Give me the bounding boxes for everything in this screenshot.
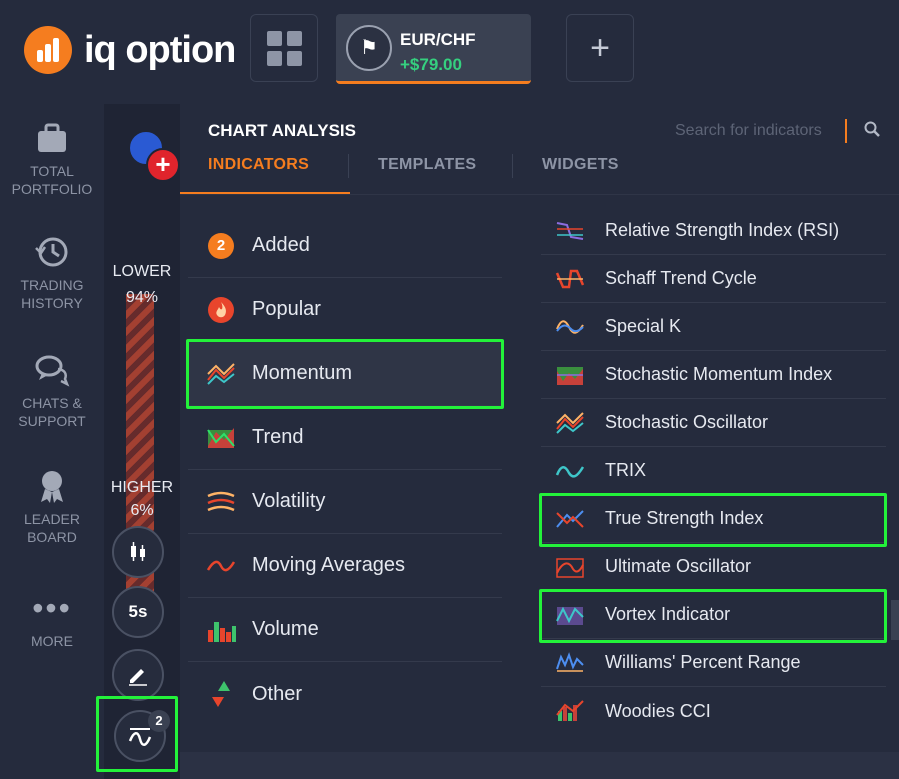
moving-average-icon bbox=[206, 560, 236, 571]
indicator-list: Relative Strength Index (RSI) Schaff Tre… bbox=[539, 207, 887, 735]
flag-icon: ⚑ bbox=[346, 25, 392, 71]
category-momentum[interactable]: Momentum bbox=[186, 339, 504, 409]
category-other[interactable]: Other bbox=[188, 662, 502, 726]
history-icon bbox=[35, 237, 68, 267]
indicator-williams-percent-range[interactable]: Williams' Percent Range bbox=[541, 639, 886, 687]
category-trend[interactable]: Trend bbox=[188, 406, 502, 470]
momentum-highlight bbox=[186, 339, 504, 409]
trix-icon bbox=[555, 465, 585, 478]
volume-icon bbox=[208, 621, 236, 642]
chart-type-button[interactable] bbox=[112, 526, 164, 578]
panel-tabs: INDICATORS TEMPLATES WIDGETS bbox=[180, 148, 899, 194]
ultimate-icon bbox=[556, 557, 584, 578]
special-k-icon bbox=[556, 319, 584, 334]
timeframe-value: 5s bbox=[128, 602, 148, 621]
layout-grid-button[interactable] bbox=[250, 14, 318, 82]
swiss-flag-icon: + bbox=[146, 148, 180, 182]
indicator-ultimate-oscillator[interactable]: Ultimate Oscillator bbox=[541, 543, 886, 591]
pencil-icon bbox=[129, 669, 147, 686]
briefcase-icon bbox=[38, 123, 66, 152]
more-icon: ••• bbox=[32, 590, 72, 626]
trend-icon bbox=[207, 427, 235, 448]
tsi-highlight bbox=[539, 493, 887, 547]
search-icon[interactable] bbox=[864, 121, 880, 142]
higher-label: HIGHER bbox=[110, 479, 174, 496]
tab-indicators[interactable]: INDICATORS bbox=[208, 156, 309, 174]
add-asset-button[interactable]: + bbox=[566, 14, 634, 82]
category-popular[interactable]: Popular bbox=[188, 278, 502, 342]
category-moving-averages[interactable]: Moving Averages bbox=[188, 534, 502, 598]
chat-icon bbox=[35, 355, 70, 387]
chart-area: + LOWER 94% HIGHER 6% 5s 2 bbox=[96, 104, 182, 779]
count-badge: 2 bbox=[208, 232, 234, 259]
sidebar-item-more[interactable]: ••• MORE bbox=[0, 590, 104, 650]
williams-icon bbox=[556, 651, 584, 672]
fire-icon bbox=[208, 296, 234, 323]
panel-title: CHART ANALYSIS bbox=[208, 121, 356, 140]
indicators-button-highlight bbox=[96, 696, 178, 772]
app-root: iq option ⚑ EUR/CHF +$79.00 + TOTAL PORT… bbox=[0, 0, 899, 779]
indicator-true-strength-index[interactable]: True Strength Index bbox=[539, 493, 887, 547]
indicator-search bbox=[675, 119, 880, 143]
sidebar-item-chats-support[interactable]: CHATS & SUPPORT bbox=[0, 352, 104, 430]
sidebar-item-total-portfolio[interactable]: TOTAL PORTFOLIO bbox=[0, 120, 104, 198]
stochastic-icon bbox=[556, 411, 584, 434]
schaff-icon bbox=[555, 269, 585, 288]
indicator-special-k[interactable]: Special K bbox=[541, 303, 886, 351]
indicator-vortex[interactable]: Vortex Indicator bbox=[539, 589, 887, 643]
category-volume[interactable]: Volume bbox=[188, 598, 502, 662]
rsi-icon bbox=[556, 221, 584, 240]
indicator-stochastic-momentum-index[interactable]: Stochastic Momentum Index bbox=[541, 351, 886, 399]
sidebar-item-trading-history[interactable]: TRADING HISTORY bbox=[0, 234, 104, 312]
indicator-categories: 2 Added Popular Momentum Trend Volatilit… bbox=[186, 214, 504, 726]
asset-name: EUR/CHF bbox=[400, 30, 476, 49]
search-input[interactable] bbox=[675, 119, 847, 143]
tab-widgets[interactable]: WIDGETS bbox=[542, 156, 619, 174]
category-volatility[interactable]: Volatility bbox=[188, 470, 502, 534]
asset-tab-eur-chf[interactable]: ⚑ EUR/CHF +$79.00 bbox=[336, 14, 531, 84]
logo[interactable]: iq option bbox=[24, 26, 236, 74]
plus-icon: + bbox=[590, 29, 610, 67]
candlestick-icon bbox=[131, 542, 145, 561]
woodies-icon bbox=[556, 700, 584, 721]
top-bar: iq option ⚑ EUR/CHF +$79.00 + bbox=[0, 0, 899, 104]
sidebar-item-leader-board[interactable]: LEADER BOARD bbox=[0, 468, 104, 546]
timeframe-button[interactable]: 5s bbox=[112, 586, 164, 638]
logo-text: iq option bbox=[84, 28, 236, 71]
vortex-highlight bbox=[539, 589, 887, 643]
tab-templates[interactable]: TEMPLATES bbox=[378, 156, 476, 174]
left-sidebar: TOTAL PORTFOLIO TRADING HISTORY CHATS & … bbox=[0, 104, 104, 779]
asset-flags: + bbox=[128, 130, 182, 182]
drawing-tools-button[interactable] bbox=[112, 649, 164, 701]
asset-profit: +$79.00 bbox=[400, 55, 462, 74]
panel-bottom-bar bbox=[180, 752, 899, 779]
other-icon bbox=[212, 681, 230, 707]
scrollbar-thumb[interactable] bbox=[891, 600, 899, 640]
lower-percent: 94% bbox=[125, 289, 159, 306]
higher-percent: 6% bbox=[130, 502, 154, 519]
category-added[interactable]: 2 Added bbox=[188, 214, 502, 278]
medal-icon bbox=[41, 471, 63, 503]
smi-icon bbox=[557, 366, 583, 385]
lower-label: LOWER bbox=[112, 263, 172, 280]
indicator-woodies-cci[interactable]: Woodies CCI bbox=[541, 687, 886, 735]
chart-analysis-panel: CHART ANALYSIS INDICATORS TEMPLATES WIDG… bbox=[180, 96, 899, 779]
logo-icon bbox=[24, 26, 72, 74]
volatility-icon bbox=[207, 491, 235, 511]
indicator-trix[interactable]: TRIX bbox=[541, 447, 886, 495]
grid-icon bbox=[267, 31, 282, 46]
indicator-stochastic-oscillator[interactable]: Stochastic Oscillator bbox=[541, 399, 886, 447]
indicator-rsi[interactable]: Relative Strength Index (RSI) bbox=[541, 207, 886, 255]
indicator-schaff-trend-cycle[interactable]: Schaff Trend Cycle bbox=[541, 255, 886, 303]
